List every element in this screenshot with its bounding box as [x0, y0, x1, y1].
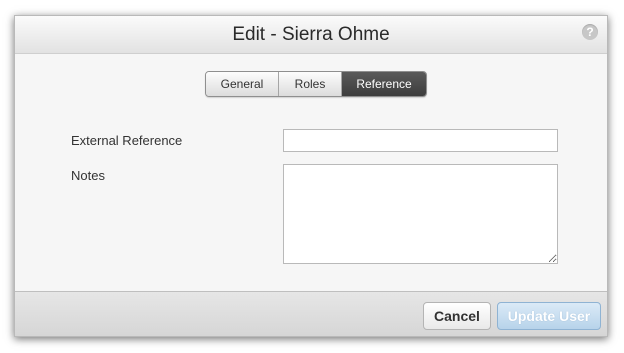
dialog-header: Edit - Sierra Ohme ? [15, 16, 607, 54]
tab-bar: General Roles Reference [205, 71, 427, 97]
update-user-button[interactable]: Update User [497, 302, 601, 330]
dialog-footer: Cancel Update User [15, 291, 607, 336]
tab-general[interactable]: General [206, 72, 279, 96]
notes-label: Notes [71, 168, 105, 183]
notes-textarea[interactable] [283, 164, 558, 264]
edit-user-dialog: Edit - Sierra Ohme ? General Roles Refer… [14, 15, 608, 337]
tab-roles[interactable]: Roles [279, 72, 342, 96]
external-reference-input[interactable] [283, 129, 558, 152]
dialog-title: Edit - Sierra Ohme [232, 24, 390, 45]
external-reference-label: External Reference [71, 133, 183, 148]
help-icon[interactable]: ? [582, 24, 598, 40]
tab-reference[interactable]: Reference [342, 72, 426, 96]
cancel-button[interactable]: Cancel [423, 302, 491, 330]
